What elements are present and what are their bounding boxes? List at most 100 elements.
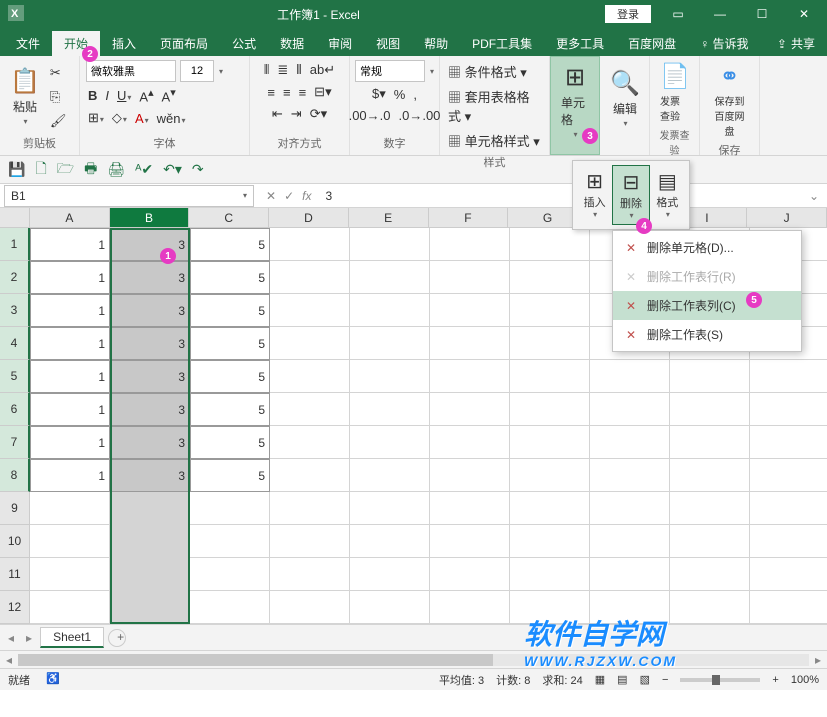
cell-E7[interactable] [350,426,430,459]
borders-button[interactable]: ⊞▾ [86,108,106,128]
cell-A1[interactable]: 1 [30,228,110,261]
zoom-slider[interactable] [680,678,760,682]
copy-button[interactable]: ⎘ [48,87,69,107]
row-header-11[interactable]: 11 [0,558,30,591]
cell-F7[interactable] [430,426,510,459]
cell-A9[interactable] [30,492,110,525]
accept-formula-button[interactable]: ✓ [284,189,294,203]
menu-more-tools[interactable]: 更多工具 [544,31,616,56]
cell-I12[interactable] [670,591,750,624]
cell-H8[interactable] [590,459,670,492]
cell-H6[interactable] [590,393,670,426]
cell-A6[interactable]: 1 [30,393,110,426]
format-painter-button[interactable]: 🖌 [48,111,69,131]
cell-styles-button[interactable]: ▦ 单元格样式 ▾ [446,129,542,152]
align-bottom-button[interactable]: ⫴ [294,60,303,80]
save-button[interactable]: 💾 [8,161,25,178]
invoice-group-label[interactable]: 发票查验 [656,125,693,159]
column-header-F[interactable]: F [429,208,509,228]
horizontal-scrollbar[interactable]: ◂ ▸ [0,650,827,668]
row-header-8[interactable]: 8 [0,459,30,492]
cell-C5[interactable]: 5 [190,360,270,393]
cell-H5[interactable] [590,360,670,393]
column-header-B[interactable]: B [110,208,190,228]
paste-button[interactable]: 📋 粘贴 ▾ [6,65,44,128]
cell-C10[interactable] [190,525,270,558]
cell-F10[interactable] [430,525,510,558]
delete-rows-menuitem[interactable]: ✕ 删除工作表行(R) [613,262,801,291]
cell-G1[interactable] [510,228,590,261]
minimize-icon[interactable]: — [705,7,735,21]
cell-B8[interactable]: 3 [110,459,190,492]
cell-D3[interactable] [270,294,350,327]
column-header-E[interactable]: E [349,208,429,228]
underline-button[interactable]: U▾ [115,86,133,105]
cell-C11[interactable] [190,558,270,591]
cell-I7[interactable] [670,426,750,459]
row-header-10[interactable]: 10 [0,525,30,558]
quick-print-button[interactable]: 🖨 [107,161,125,178]
menu-baidu[interactable]: 百度网盘 [616,31,688,56]
conditional-format-button[interactable]: ▦ 条件格式 ▾ [446,60,529,83]
cell-B2[interactable]: 3 [110,261,190,294]
cell-F2[interactable] [430,261,510,294]
cell-F1[interactable] [430,228,510,261]
menu-help[interactable]: 帮助 [412,31,460,56]
cell-C1[interactable]: 5 [190,228,270,261]
popup-delete-button[interactable]: ⊟ 删除 ▾ [612,165,649,225]
delete-columns-menuitem[interactable]: ✕ 删除工作表列(C) [613,291,801,320]
undo-button[interactable]: ↶▾ [163,161,182,178]
row-header-6[interactable]: 6 [0,393,30,426]
menu-page-layout[interactable]: 页面布局 [148,31,220,56]
cell-B9[interactable] [110,492,190,525]
format-as-table-button[interactable]: ▦ 套用表格格式 ▾ [446,85,543,127]
menu-file[interactable]: 文件 [4,31,52,56]
editing-group-label[interactable] [606,137,643,153]
fx-button[interactable]: fx [302,189,311,203]
cell-F8[interactable] [430,459,510,492]
row-header-7[interactable]: 7 [0,426,30,459]
orientation-button[interactable]: ⟳▾ [308,104,329,124]
cell-G9[interactable] [510,492,590,525]
cancel-formula-button[interactable]: ✕ [266,189,276,203]
cell-G5[interactable] [510,360,590,393]
alignment-group-label[interactable]: 对齐方式 [256,133,343,153]
cell-A5[interactable]: 1 [30,360,110,393]
cell-D8[interactable] [270,459,350,492]
increase-decimal-button[interactable]: .00→.0 [347,106,393,125]
maximize-icon[interactable]: ☐ [747,7,777,21]
italic-button[interactable]: I [103,86,111,105]
styles-group-label[interactable]: 样式 [446,152,543,172]
cell-G12[interactable] [510,591,590,624]
cell-B11[interactable] [110,558,190,591]
cell-D11[interactable] [270,558,350,591]
cell-G6[interactable] [510,393,590,426]
row-header-12[interactable]: 12 [0,591,30,624]
menu-review[interactable]: 审阅 [316,31,364,56]
cell-B12[interactable] [110,591,190,624]
row-header-1[interactable]: 1 [0,228,30,261]
cell-C2[interactable]: 5 [190,261,270,294]
accessibility-icon[interactable]: ♿ [46,672,60,688]
cell-E6[interactable] [350,393,430,426]
sheet-tab[interactable]: Sheet1 [40,627,104,648]
cell-E10[interactable] [350,525,430,558]
editing-button[interactable]: 🔍 编辑 ▾ [606,67,644,130]
cell-H11[interactable] [590,558,670,591]
cell-J11[interactable] [750,558,827,591]
percent-button[interactable]: % [392,85,408,104]
delete-sheet-menuitem[interactable]: ✕ 删除工作表(S) [613,320,801,349]
cut-button[interactable]: ✂ [48,63,69,83]
cell-J6[interactable] [750,393,827,426]
save-group-label[interactable]: 保存 [706,140,753,160]
cell-J9[interactable] [750,492,827,525]
cell-J12[interactable] [750,591,827,624]
cell-G4[interactable] [510,327,590,360]
increase-font-button[interactable]: A▴ [137,84,155,106]
cell-J10[interactable] [750,525,827,558]
cell-D6[interactable] [270,393,350,426]
add-sheet-button[interactable]: + [108,629,126,647]
cell-B10[interactable] [110,525,190,558]
view-normal-button[interactable]: ▦ [595,673,605,686]
row-header-9[interactable]: 9 [0,492,30,525]
